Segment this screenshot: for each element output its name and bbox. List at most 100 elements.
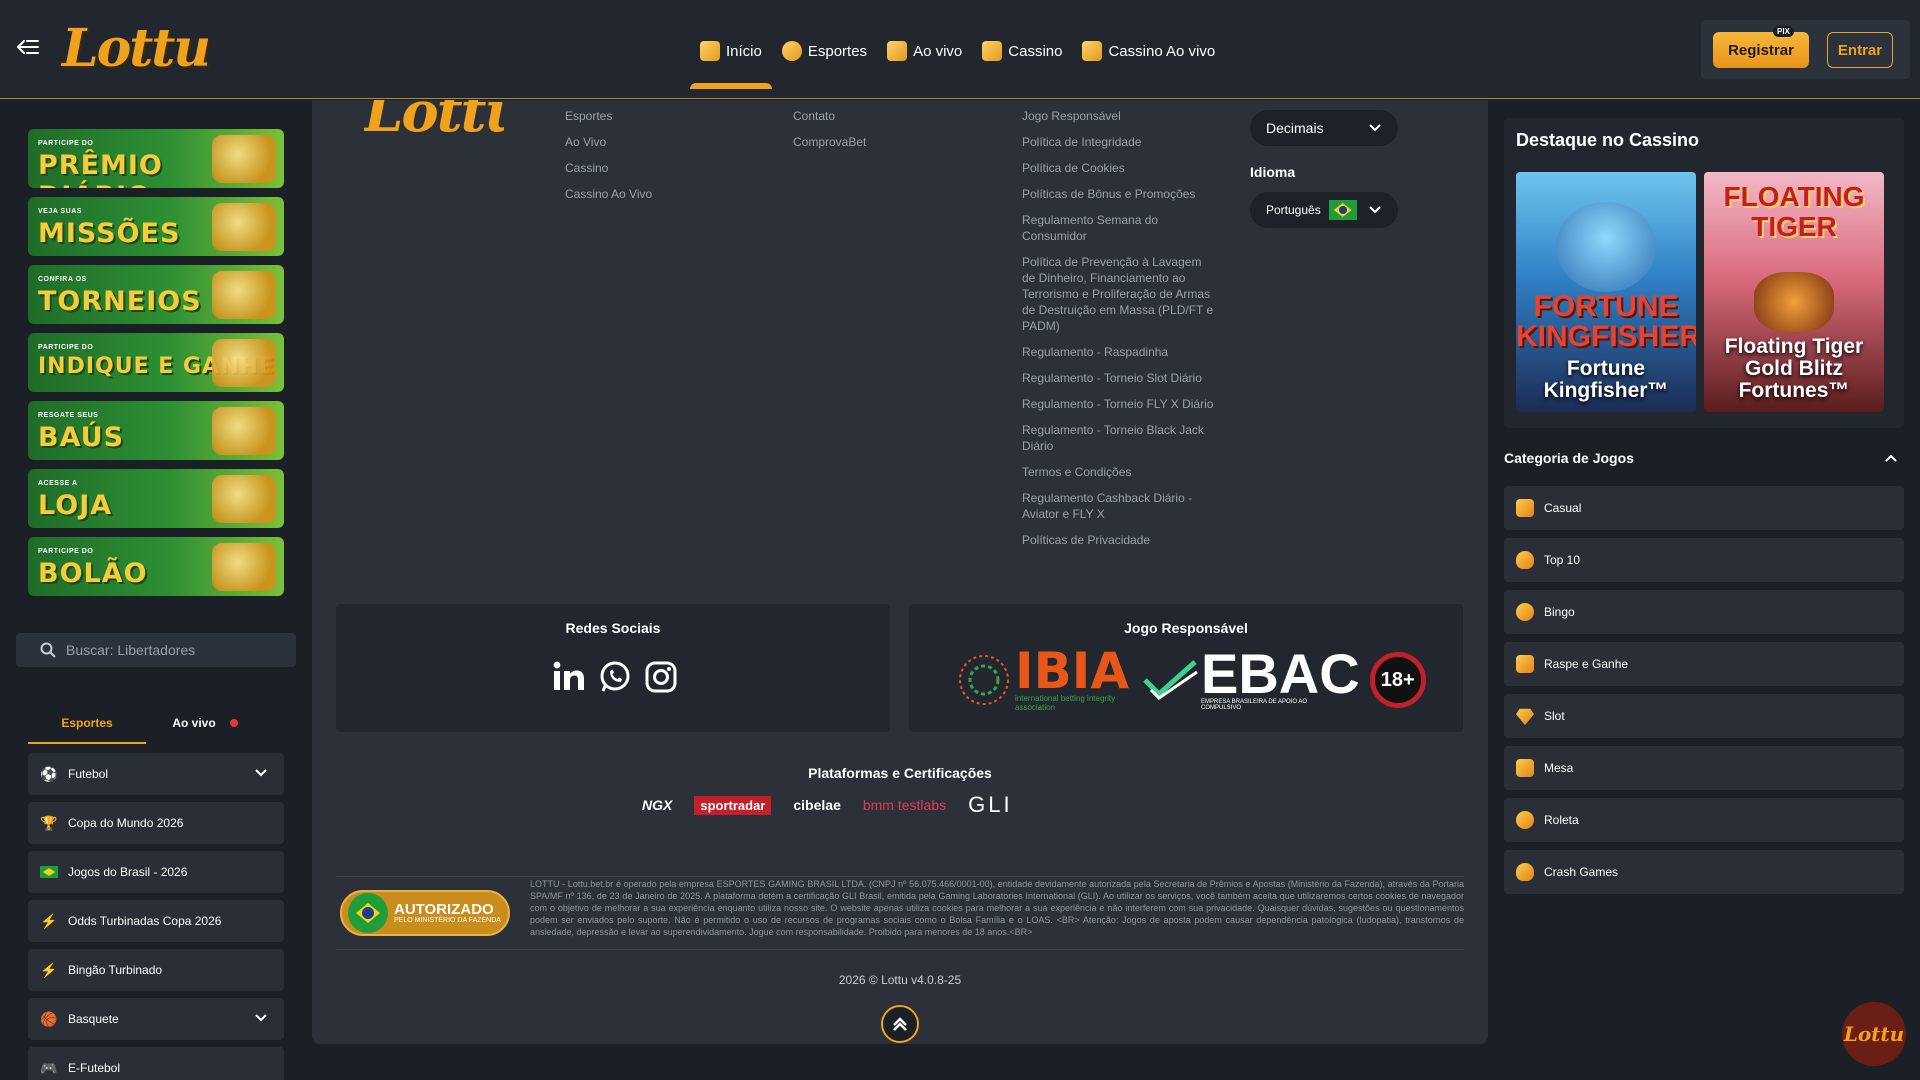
footer-link-regulamento-consumidor[interactable]: Regulamento Semana do Consumidor <box>1022 212 1218 244</box>
instagram-icon[interactable] <box>644 660 678 694</box>
footer-link-ao-vivo[interactable]: Ao Vivo <box>565 134 652 150</box>
footer-link-torneio-slot[interactable]: Regulamento - Torneio Slot Diário <box>1022 370 1218 386</box>
category-raspe-e-ganhe[interactable]: Raspe e Ganhe <box>1504 642 1904 686</box>
casino-icon <box>982 41 1003 61</box>
footer-link-contato[interactable]: Contato <box>793 108 866 124</box>
footer-link-esportes[interactable]: Esportes <box>565 108 652 124</box>
linkedin-icon[interactable] <box>552 660 586 694</box>
scratch-card-icon <box>1516 655 1534 673</box>
category-bingo[interactable]: Bingo <box>1504 590 1904 634</box>
game-card-floating-tiger[interactable]: FLOATING TIGER Floating Tiger Gold Blitz… <box>1704 172 1884 412</box>
footer-link-politica-cookies[interactable]: Política de Cookies <box>1022 160 1218 176</box>
nav-item-esportes[interactable]: Esportes <box>772 34 877 68</box>
game-card-fortune-kingfisher[interactable]: FORTUNE KINGFISHER Fortune Kingfisher™ <box>1516 172 1696 412</box>
ebac-logo[interactable]: EBAC EMPRESA BRASILEIRA DE APOIO AO COMP… <box>1141 646 1360 711</box>
ngx-logo[interactable]: NGX <box>642 797 672 813</box>
nav-item-cassino[interactable]: Cassino <box>972 34 1072 68</box>
support-chat-button[interactable]: Lottu <box>1842 1002 1906 1066</box>
trophy-art-icon <box>212 271 276 319</box>
sport-item-futebol[interactable]: ⚽ Futebol <box>28 753 284 795</box>
language-select[interactable]: Português <box>1250 192 1398 228</box>
chest-art-icon <box>212 407 276 455</box>
category-roleta[interactable]: Roleta <box>1504 798 1904 842</box>
nav-item-inicio[interactable]: Início <box>690 34 772 89</box>
footer-content: Lottu Esportes Ao Vivo Cassino Cassino A… <box>312 100 1488 1044</box>
roulette-icon <box>1516 811 1534 829</box>
footer-link-cashback[interactable]: Regulamento Cashback Diário - Aviator e … <box>1022 490 1218 522</box>
category-top-10[interactable]: Top 10 <box>1504 538 1904 582</box>
sportradar-logo[interactable]: sportradar <box>694 795 772 815</box>
money-art-icon <box>212 203 276 251</box>
footer-link-termos[interactable]: Termos e Condições <box>1022 464 1218 480</box>
banner-loja[interactable]: ACESSE A LOJA <box>28 469 284 528</box>
crash-fire-icon <box>1516 863 1534 881</box>
banner-premio-diario[interactable]: PARTICIPE DO PRÊMIO DIÁRIO <box>28 129 284 188</box>
lightning-icon: ⚡ <box>40 961 58 978</box>
lightning-icon: ⚡ <box>40 912 58 929</box>
sport-item-copa-do-mundo[interactable]: 🏆 Copa do Mundo 2026 <box>28 802 284 844</box>
cibelae-logo[interactable]: cibelae <box>793 797 840 813</box>
category-slot[interactable]: Slot <box>1504 694 1904 738</box>
footer-link-pld-ft[interactable]: Política de Prevenção à Lavagem de Dinhe… <box>1022 254 1218 334</box>
legal-text: LOTTU - Lottu.bet.br é operado pela empr… <box>530 879 1464 937</box>
sport-item-bingao-turbinado[interactable]: ⚡ Bingão Turbinado <box>28 949 284 991</box>
nav-item-cassino-ao-vivo[interactable]: Cassino Ao vivo <box>1072 34 1225 68</box>
sport-item-basquete[interactable]: 🏀 Basquete <box>28 998 284 1040</box>
ibia-logo[interactable]: IBIA international betting integrity ass… <box>959 646 1131 712</box>
footer-link-torneio-flyx[interactable]: Regulamento - Torneio FLY X Diário <box>1022 396 1218 412</box>
lottu-logo[interactable]: Lottu <box>62 14 211 84</box>
banner-baus[interactable]: RESGATE SEUS BAÚS <box>28 401 284 460</box>
coin-art-icon <box>212 135 276 183</box>
banner-torneios[interactable]: CONFIRA OS TORNEIOS <box>28 265 284 324</box>
footer-link-politicas-bonus[interactable]: Políticas de Bônus e Promoções <box>1022 186 1218 202</box>
footer-col-support: Contato ComprovaBet <box>793 108 866 160</box>
category-mesa[interactable]: Mesa <box>1504 746 1904 790</box>
footer-link-cassino[interactable]: Cassino <box>565 160 652 176</box>
brazil-flag-icon <box>40 863 58 881</box>
gli-logo[interactable]: GLI <box>968 792 1012 818</box>
chevron-up-icon <box>1885 454 1897 462</box>
footer-link-cassino-ao-vivo[interactable]: Cassino Ao Vivo <box>565 186 652 202</box>
home-icon <box>700 41 720 61</box>
footer-link-politica-integridade[interactable]: Política de Integridade <box>1022 134 1218 150</box>
cards-table-icon <box>1516 759 1534 777</box>
footer-link-torneio-blackjack[interactable]: Regulamento - Torneio Black Jack Diário <box>1022 422 1218 454</box>
category-casual[interactable]: Casual <box>1504 486 1904 530</box>
banner-indique-e-ganhe[interactable]: PARTICIPE DO INDIQUE E GANHE <box>28 333 284 392</box>
whatsapp-icon[interactable] <box>598 660 632 694</box>
footer-divider <box>336 949 1464 950</box>
register-button[interactable]: Registrar <box>1713 32 1809 68</box>
gamepad-icon: 🎮 <box>40 1059 58 1076</box>
tab-esportes[interactable]: Esportes <box>28 710 146 744</box>
footer-link-raspadinha[interactable]: Regulamento - Raspadinha <box>1022 344 1218 360</box>
odds-format-select[interactable]: Decimais <box>1250 110 1398 146</box>
sport-item-jogos-do-brasil[interactable]: Jogos do Brasil - 2026 <box>28 851 284 893</box>
referral-art-icon <box>212 339 276 387</box>
cart-art-icon <box>212 475 276 523</box>
nav-item-ao-vivo[interactable]: Ao vivo <box>877 34 972 68</box>
tab-ao-vivo[interactable]: Ao vivo <box>146 710 264 744</box>
footer-link-privacidade[interactable]: Políticas de Privacidade <box>1022 532 1218 548</box>
banner-missoes[interactable]: VEJA SUAS MISSÕES <box>28 197 284 256</box>
bmm-testlabs-logo[interactable]: bmm testlabs <box>863 797 946 813</box>
basketball-icon: 🏀 <box>40 1010 58 1027</box>
sport-item-e-futebol[interactable]: 🎮 E-Futebol <box>28 1047 284 1080</box>
authorized-badge[interactable]: AUTORIZADO PELO MINISTÉRIO DA FAZENDA <box>340 890 510 936</box>
certifications-title: Plataformas e Certificações <box>808 765 992 781</box>
category-crash-games[interactable]: Crash Games <box>1504 850 1904 894</box>
scroll-to-top-button[interactable] <box>881 1005 919 1043</box>
game-categories-header[interactable]: Categoria de Jogos <box>1504 450 1904 470</box>
search-input[interactable] <box>66 642 286 658</box>
certification-logos: NGX sportradar cibelae bmm testlabs GLI <box>642 792 1013 818</box>
featured-casino-card: Destaque no Cassino FORTUNE KINGFISHER F… <box>1504 118 1904 428</box>
menu-back-arrow-icon[interactable] <box>14 33 42 61</box>
footer-logo[interactable]: Lottu <box>364 100 504 152</box>
footer-link-comprovabet[interactable]: ComprovaBet <box>793 134 866 150</box>
footer-link-jogo-responsavel[interactable]: Jogo Responsável <box>1022 108 1218 124</box>
ibia-globe-icon <box>959 655 1009 705</box>
language-label: Idioma <box>1250 164 1296 180</box>
banner-bolao[interactable]: PARTICIPE DO BOLÃO <box>28 537 284 596</box>
sport-item-odds-turbinadas[interactable]: ⚡ Odds Turbinadas Copa 2026 <box>28 900 284 942</box>
login-button[interactable]: Entrar <box>1827 32 1893 68</box>
footer-col-sports: Esportes Ao Vivo Cassino Cassino Ao Vivo <box>565 108 652 212</box>
